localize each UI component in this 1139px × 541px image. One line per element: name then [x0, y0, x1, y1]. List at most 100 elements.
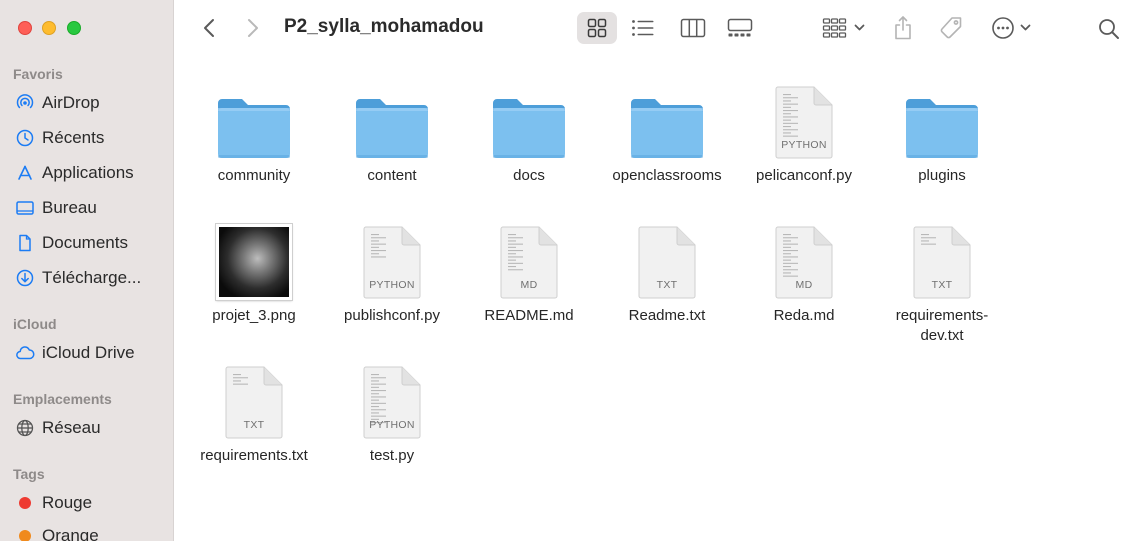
folder-icon: [324, 80, 460, 160]
file-item[interactable]: content: [324, 80, 460, 186]
icon-view-icon: [587, 18, 607, 38]
close-window-button[interactable]: [18, 21, 32, 35]
file-item[interactable]: community: [186, 80, 322, 186]
icon-view-button[interactable]: [577, 12, 617, 44]
gallery-view-icon: [727, 18, 753, 38]
file-type-label: TXT: [656, 279, 678, 291]
sidebar-item-downloads[interactable]: Télécharge...: [14, 265, 170, 291]
minimize-window-button[interactable]: [42, 21, 56, 35]
document-icon: PYTHON: [324, 220, 460, 300]
sidebar-section-favorites: Favoris: [13, 66, 63, 82]
sidebar-item-recents[interactable]: Récents: [14, 125, 170, 151]
sidebar-section-icloud: iCloud: [13, 316, 57, 332]
sidebar-item-applications[interactable]: Applications: [14, 160, 170, 186]
file-name-line: dev.txt: [920, 327, 964, 344]
file-item[interactable]: MD Reda.md: [736, 220, 872, 326]
folder-icon: [874, 80, 1010, 160]
forward-button[interactable]: [243, 16, 263, 40]
sidebar-item-label: iCloud Drive: [42, 343, 135, 362]
chevron-left-icon: [203, 18, 215, 38]
more-actions-button[interactable]: [989, 16, 1033, 40]
file-type-label: MD: [795, 279, 813, 291]
list-view-icon: [631, 19, 655, 37]
file-item[interactable]: PYTHON test.py: [324, 360, 460, 466]
document-icon: MD: [461, 220, 597, 300]
portrait-photo: [216, 224, 292, 300]
file-type-label: TXT: [243, 419, 265, 431]
file-item[interactable]: TXT Readme.txt: [599, 220, 735, 326]
file-name: openclassrooms: [612, 167, 722, 184]
file-item[interactable]: TXT requirements-dev.txt: [874, 220, 1010, 346]
file-name: publishconf.py: [344, 307, 440, 324]
file-item[interactable]: PYTHON pelicanconf.py: [736, 80, 872, 186]
chevron-right-icon: [247, 18, 259, 38]
back-button[interactable]: [199, 16, 219, 40]
download-icon: [14, 268, 36, 288]
file-item[interactable]: MD README.md: [461, 220, 597, 326]
image-thumbnail: [186, 220, 322, 300]
document-icon: PYTHON: [736, 80, 872, 160]
cloud-icon: [14, 343, 36, 363]
file-name: README.md: [484, 307, 574, 324]
column-view-icon: [680, 18, 706, 38]
sidebar-item-icloud-drive[interactable]: iCloud Drive: [14, 340, 170, 366]
document-icon: TXT: [186, 360, 322, 440]
sidebar-item-label: Rouge: [42, 493, 93, 512]
file-name: docs: [513, 167, 545, 184]
document-icon: PYTHON: [324, 360, 460, 440]
share-icon: [893, 15, 913, 41]
finder-window: Favoris AirDrop Récents Applications Bur…: [0, 0, 1139, 541]
sidebar-item-desktop[interactable]: Bureau: [14, 195, 170, 221]
file-name: requirements-dev.txt: [874, 306, 1010, 346]
sidebar-item-label: Documents: [42, 233, 128, 252]
file-name: plugins: [918, 167, 966, 184]
file-name: Readme.txt: [628, 307, 706, 324]
sidebar-item-label: Récents: [42, 128, 105, 147]
sidebar-section-locations: Emplacements: [13, 391, 112, 407]
file-item[interactable]: PYTHON publishconf.py: [324, 220, 460, 326]
desktop-icon: [14, 198, 36, 218]
folder-icon: [461, 80, 597, 160]
column-view-button[interactable]: [678, 16, 708, 40]
folder-icon: [599, 80, 735, 160]
sidebar-item-label: AirDrop: [42, 93, 100, 112]
search-button[interactable]: [1096, 16, 1122, 42]
document-icon: MD: [736, 220, 872, 300]
file-item[interactable]: projet_3.png: [186, 220, 322, 326]
sidebar-section-tags: Tags: [13, 466, 45, 482]
file-item[interactable]: plugins: [874, 80, 1010, 186]
document-icon: TXT: [874, 220, 1010, 300]
tag-color-dot: [19, 530, 31, 541]
chevron-down-icon: [854, 24, 865, 32]
gallery-view-button[interactable]: [725, 16, 755, 40]
sidebar-item-documents[interactable]: Documents: [14, 230, 170, 256]
file-name: test.py: [369, 447, 415, 464]
file-type-label: MD: [520, 279, 538, 291]
sidebar-item-tag-red[interactable]: Rouge: [14, 490, 170, 516]
sidebar-item-airdrop[interactable]: AirDrop: [14, 90, 170, 116]
file-type-label: PYTHON: [781, 139, 827, 151]
sidebar-item-label: Orange: [42, 526, 99, 541]
list-view-button[interactable]: [628, 16, 658, 40]
group-button[interactable]: [818, 16, 868, 40]
file-name: projet_3.png: [212, 307, 296, 324]
document-icon: TXT: [599, 220, 735, 300]
tag-color-dot: [19, 497, 31, 509]
file-item[interactable]: TXT requirements.txt: [186, 360, 322, 466]
file-item[interactable]: docs: [461, 80, 597, 186]
sidebar-item-label: Télécharge...: [42, 268, 142, 287]
file-type-label: PYTHON: [369, 279, 415, 291]
file-name: pelicanconf.py: [756, 167, 852, 184]
sidebar-item-tag-orange[interactable]: Orange: [14, 523, 170, 541]
sidebar-item-network[interactable]: Réseau: [14, 415, 170, 441]
file-name-line: requirements-: [895, 307, 989, 324]
file-name: Reda.md: [773, 307, 835, 324]
share-button[interactable]: [890, 14, 916, 42]
file-type-label: PYTHON: [369, 419, 415, 431]
zoom-window-button[interactable]: [67, 21, 81, 35]
file-item[interactable]: openclassrooms: [599, 80, 735, 186]
sidebar-item-label: Bureau: [42, 198, 97, 217]
tag-button[interactable]: [937, 14, 965, 42]
chevron-down-icon: [1020, 24, 1031, 32]
search-icon: [1098, 18, 1120, 40]
